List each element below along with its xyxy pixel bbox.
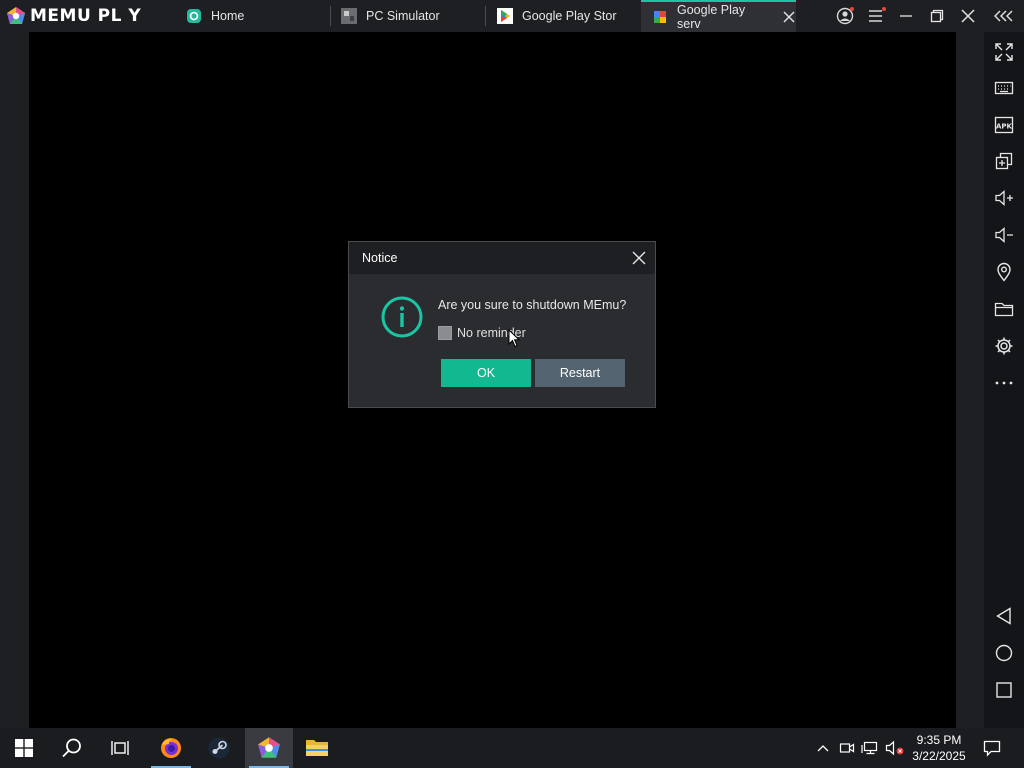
show-hidden-icons-icon[interactable] [812, 728, 834, 768]
apk-label: APK [996, 123, 1013, 131]
memu-icon [258, 737, 280, 758]
settings-icon[interactable] [992, 334, 1016, 358]
tab-divider [485, 6, 486, 26]
memu-taskbar-button[interactable] [245, 728, 293, 768]
memu-gem-icon [7, 7, 25, 24]
dialog-message: Are you sure to shutdown MEmu? [438, 298, 627, 312]
tab-google-play-store[interactable]: Google Play Stor [497, 0, 637, 32]
notifications-icon[interactable] [978, 728, 1006, 768]
home-icon[interactable] [992, 641, 1016, 665]
multi-instance-icon[interactable] [992, 149, 1016, 173]
right-border [956, 32, 984, 728]
emulator-sidebar: APK [984, 32, 1024, 728]
task-view-button[interactable] [96, 728, 144, 768]
windows-taskbar: 9:35 PM 3/22/2025 [0, 728, 1024, 768]
clock-date: 3/22/2025 [912, 749, 966, 763]
apk-icon[interactable]: APK [992, 113, 1016, 137]
pc-simulator-app-icon [341, 8, 357, 24]
tab-label: Home [211, 9, 245, 23]
close-tab-icon[interactable] [783, 10, 796, 24]
search-icon [62, 738, 81, 758]
ok-button[interactable]: OK [441, 359, 531, 387]
left-border [0, 32, 29, 728]
shutdown-dialog: Notice Are you sure to shutdown MEmu? No… [348, 241, 656, 408]
volume-up-icon[interactable] [992, 186, 1016, 210]
title-bar: MEMU PL Y Home PC Simulator Google Play … [0, 0, 1024, 32]
windows-icon [15, 739, 33, 757]
folder-icon[interactable] [992, 297, 1016, 321]
tab-label: PC Simulator [366, 9, 440, 23]
tab-pc-simulator[interactable]: PC Simulator [341, 0, 481, 32]
logo-text: MEMU PL Y [30, 6, 142, 26]
firefox-taskbar-button[interactable] [147, 728, 195, 768]
task-view-icon [111, 741, 129, 755]
file-explorer-icon [306, 740, 328, 756]
webcam-icon[interactable] [836, 728, 858, 768]
recents-icon[interactable] [992, 678, 1016, 702]
tab-google-play-services[interactable]: Google Play serv [641, 0, 796, 32]
tab-home[interactable]: Home [186, 0, 326, 32]
restore-icon[interactable] [922, 0, 952, 32]
back-icon[interactable] [992, 604, 1016, 628]
close-window-icon[interactable] [953, 0, 983, 32]
dialog-header: Notice [349, 242, 655, 274]
close-icon[interactable] [631, 250, 647, 266]
account-icon[interactable] [830, 0, 860, 32]
menu-icon[interactable] [861, 0, 891, 32]
location-icon[interactable] [992, 260, 1016, 284]
search-button[interactable] [48, 728, 96, 768]
tab-divider [330, 6, 331, 26]
memu-home-icon [186, 8, 202, 24]
dialog-title: Notice [362, 251, 398, 265]
volume-muted-icon[interactable] [883, 728, 907, 768]
mouse-cursor-icon [508, 329, 520, 348]
volume-down-icon[interactable] [992, 223, 1016, 247]
memu-logo: MEMU PL Y [0, 0, 172, 32]
firefox-icon [161, 738, 181, 758]
file-explorer-taskbar-button[interactable] [293, 728, 341, 768]
collapse-sidebar-icon[interactable] [988, 0, 1020, 32]
google-play-icon [497, 8, 513, 24]
steam-icon [208, 737, 230, 759]
start-button[interactable] [0, 728, 48, 768]
tab-label: Google Play serv [677, 3, 746, 31]
no-reminder-checkbox[interactable] [438, 326, 452, 340]
steam-taskbar-button[interactable] [195, 728, 243, 768]
more-icon[interactable] [992, 371, 1016, 395]
network-icon[interactable] [859, 728, 881, 768]
taskbar-clock[interactable]: 9:35 PM 3/22/2025 [906, 732, 972, 764]
clock-time: 9:35 PM [916, 733, 962, 747]
minimize-icon[interactable] [891, 0, 921, 32]
info-icon [381, 296, 423, 338]
google-play-services-icon [652, 9, 668, 25]
restart-button[interactable]: Restart [535, 359, 625, 387]
keyboard-icon[interactable] [992, 76, 1016, 100]
tab-label: Google Play Stor [522, 9, 617, 23]
fullscreen-icon[interactable] [992, 40, 1016, 64]
